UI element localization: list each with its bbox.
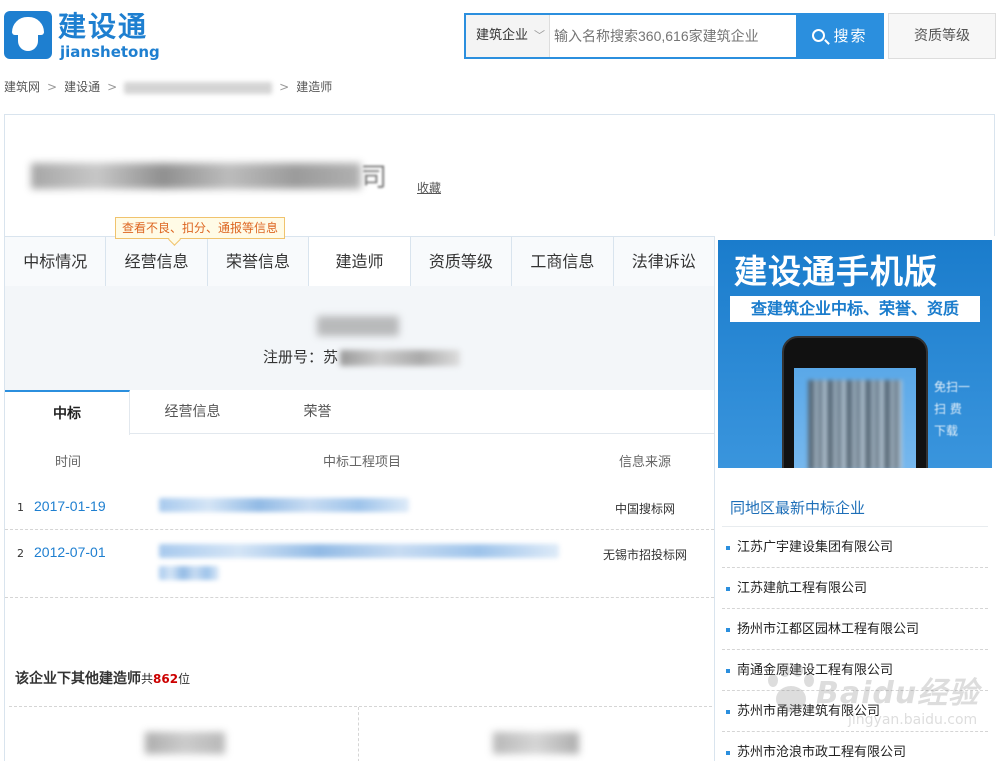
list-item[interactable]: 江苏建航工程有限公司 [722,568,988,609]
list-item-label: 扬州市江都区园林工程有限公司 [737,622,920,637]
qr-code-icon [808,380,902,468]
chevron-right-icon: > [279,80,290,94]
tab-business-info[interactable]: 经营信息 [106,237,208,287]
bullet-icon [726,668,730,673]
search-button[interactable]: 搜索 [796,15,884,57]
constructor-name-redacted [317,316,399,338]
other-constructors-prefix: 共 [141,672,154,686]
tab-constructor[interactable]: 建造师 [309,237,411,287]
baidu-paw-icon [760,660,820,720]
list-item[interactable]: 江苏广宇建设集团有限公司 [722,527,988,568]
list-item-label: 江苏广宇建设集团有限公司 [737,540,894,555]
constructor-panel: 注册号：苏 中标 经营信息 荣誉 时间 中标工程项目 信息来源 1 2017-0… [4,286,715,761]
row-number: 1 [17,501,24,514]
other-constructors-label: 该企业下其他建造师 [15,671,141,687]
table-row: 2 2012-07-01 无锡市招投标网 [5,530,714,598]
other-constructors-list [9,706,712,761]
registration-label: 注册号：苏 [263,348,339,366]
registration-number: 注册号：苏 [263,346,461,367]
phone-icon [782,336,928,468]
breadcrumb-item-home[interactable]: 建筑网 [4,80,40,94]
banner-side-text: 免扫一扫 费 下载 [934,380,971,438]
row-date[interactable]: 2017-01-19 [34,498,106,514]
header: 建设通 jianshetong 建筑企业 ﹀ 搜索 资质等级 [0,0,1000,70]
breadcrumb-item-current: 建造师 [296,80,333,94]
company-name: 司 [31,157,388,193]
search-type-select[interactable]: 建筑企业 ﹀ [466,15,550,57]
subtab-honors[interactable]: 荣誉 [255,390,380,434]
chevron-down-icon: ﹀ [534,29,545,42]
chevron-right-icon: > [47,80,58,94]
other-constructors-count: 862 [153,672,179,686]
banner-title: 建设通手机版 [734,252,938,291]
constructor-card-redacted[interactable] [145,732,225,754]
logo-worker-icon [4,11,52,59]
registration-number-redacted [340,349,461,366]
row-project-link-redacted[interactable] [159,544,559,588]
nearby-winners-title: 同地区最新中标企业 [730,499,866,517]
header-source: 信息来源 [619,455,672,470]
other-constructors-suffix: 位 [178,672,191,686]
other-constructors-heading: 该企业下其他建造师共862位 [15,668,190,688]
bullet-icon [726,627,730,632]
logo-text-cn: 建设通 [58,10,149,43]
bids-table-header: 时间 中标工程项目 信息来源 [5,434,714,484]
row-date[interactable]: 2012-07-01 [34,544,106,560]
subtab-bids[interactable]: 中标 [5,390,130,435]
bullet-icon [726,545,730,550]
tab-qualification[interactable]: 资质等级 [410,237,513,287]
company-name-redacted [31,162,361,189]
header-project: 中标工程项目 [323,455,402,470]
main-tabs: 中标情况 经营信息 荣誉信息 建造师 资质等级 工商信息 法律诉讼 [4,236,715,287]
row-project-link-redacted[interactable] [159,498,409,520]
bullet-icon [726,750,730,755]
sub-tabs: 中标 经营信息 荣誉 [5,390,714,435]
logo-text-en: jianshetong [60,43,160,61]
table-row: 1 2017-01-19 中国搜标网 [5,484,714,530]
breadcrumb: 建筑网 > 建设通 > > 建造师 [4,78,332,96]
tab-bid-info[interactable]: 中标情况 [5,237,107,287]
business-info-tooltip: 查看不良、扣分、通报等信息 [115,217,286,239]
bullet-icon [726,586,730,591]
search-input[interactable] [552,15,796,57]
subtab-business[interactable]: 经营信息 [130,390,255,434]
tab-honor-info[interactable]: 荣誉信息 [207,237,310,287]
banner-subtitle: 查建筑企业中标、荣誉、资质 [730,296,980,322]
row-source: 无锡市招投标网 [603,548,688,562]
watermark-url: jingyan.baidu.com [848,712,978,728]
company-name-suffix: 司 [361,163,388,193]
site-logo[interactable]: 建设通 jianshetong [4,10,160,63]
list-item-label: 苏州市沧浪市政工程有限公司 [737,745,907,760]
search-icon [812,29,826,42]
tab-litigation[interactable]: 法律诉讼 [613,237,715,287]
search-button-label: 搜索 [833,27,868,45]
list-item-label: 江苏建航工程有限公司 [737,581,868,596]
watermark-text: Baidu经验 [816,676,980,711]
baidu-watermark: Baidu经验 jingyan.baidu.com [760,660,1000,740]
constructor-card-redacted[interactable] [493,732,579,754]
favorite-link[interactable]: 收藏 [417,179,441,196]
tab-registration-info[interactable]: 工商信息 [512,237,614,287]
row-number: 2 [17,547,24,560]
search-type-label: 建筑企业 [476,28,529,43]
search-bar: 建筑企业 ﹀ 搜索 [464,13,884,59]
breadcrumb-item-company-redacted[interactable] [124,81,273,94]
bullet-icon [726,709,730,714]
chevron-right-icon: > [107,80,118,94]
mobile-app-banner[interactable]: 建设通手机版 查建筑企业中标、荣誉、资质 免扫一扫 费 下载 [718,240,992,468]
constructor-summary: 注册号：苏 [5,286,714,390]
header-time: 时间 [55,455,82,470]
list-item[interactable]: 扬州市江都区园林工程有限公司 [722,609,988,650]
qualification-button[interactable]: 资质等级 [888,13,996,59]
row-source: 中国搜标网 [615,502,676,516]
breadcrumb-item-jianshetong[interactable]: 建设通 [64,80,100,94]
